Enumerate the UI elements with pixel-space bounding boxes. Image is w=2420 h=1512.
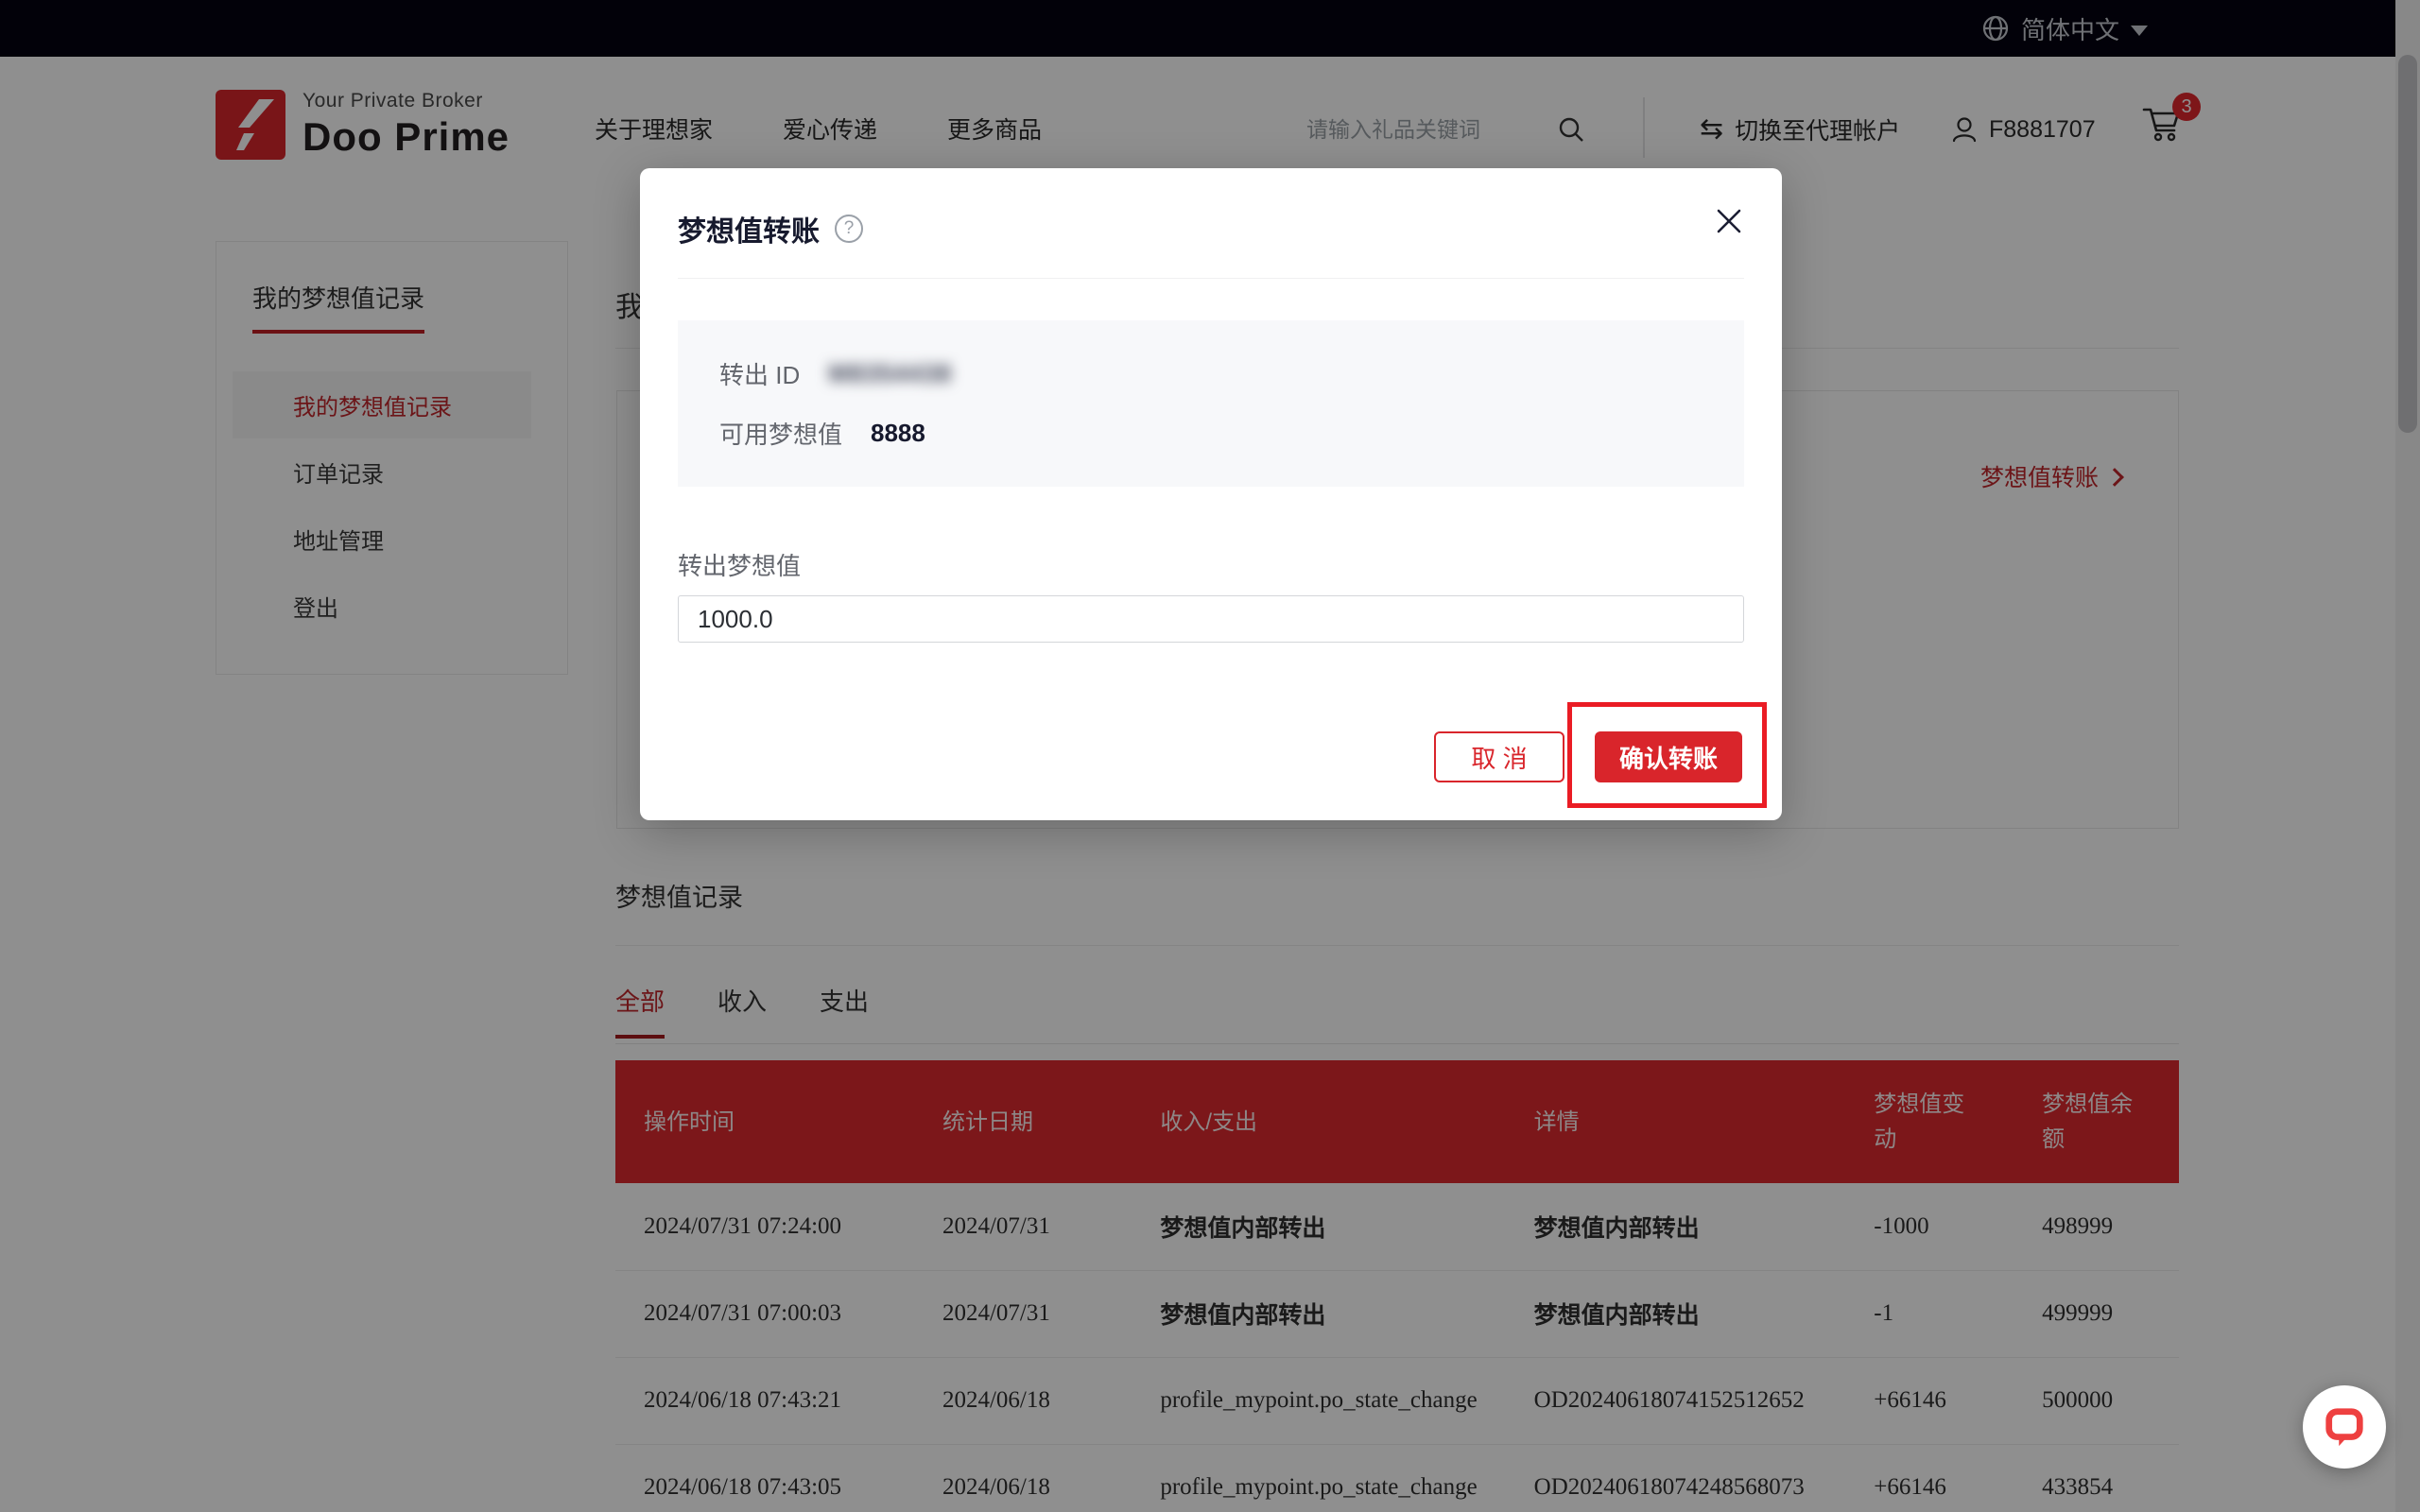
- livechat-button[interactable]: [2303, 1385, 2386, 1469]
- available-label: 可用梦想值: [719, 416, 842, 451]
- close-button[interactable]: [1710, 202, 1748, 240]
- help-icon[interactable]: ?: [835, 215, 863, 243]
- page: 简体中文 Your Private Broker Doo Prime 关于理想家…: [0, 0, 2420, 1512]
- transfer-id-row: 转出 ID M8354438: [719, 356, 1703, 391]
- modal-footer: 取 消 确认转账: [1434, 731, 1742, 782]
- amount-input[interactable]: [678, 595, 1744, 643]
- amount-label: 转出梦想值: [678, 547, 1744, 582]
- transfer-id-value: M8354438: [828, 359, 952, 388]
- close-icon: [1716, 208, 1742, 234]
- available-value: 8888: [871, 419, 925, 448]
- transfer-info-box: 转出 ID M8354438 可用梦想值 8888: [678, 320, 1744, 487]
- dream-value-transfer-modal: 梦想值转账 ? 转出 ID M8354438 可用梦想值 8888 转出梦想值 …: [640, 168, 1782, 820]
- transfer-id-label: 转出 ID: [719, 356, 800, 391]
- modal-title: 梦想值转账: [678, 208, 820, 249]
- confirm-transfer-button[interactable]: 确认转账: [1595, 731, 1742, 782]
- available-value-row: 可用梦想值 8888: [719, 416, 1703, 451]
- modal-divider: [678, 278, 1744, 279]
- chat-bubble-icon: [2323, 1405, 2366, 1449]
- modal-header: 梦想值转账 ?: [640, 168, 1782, 249]
- cancel-button[interactable]: 取 消: [1434, 731, 1564, 782]
